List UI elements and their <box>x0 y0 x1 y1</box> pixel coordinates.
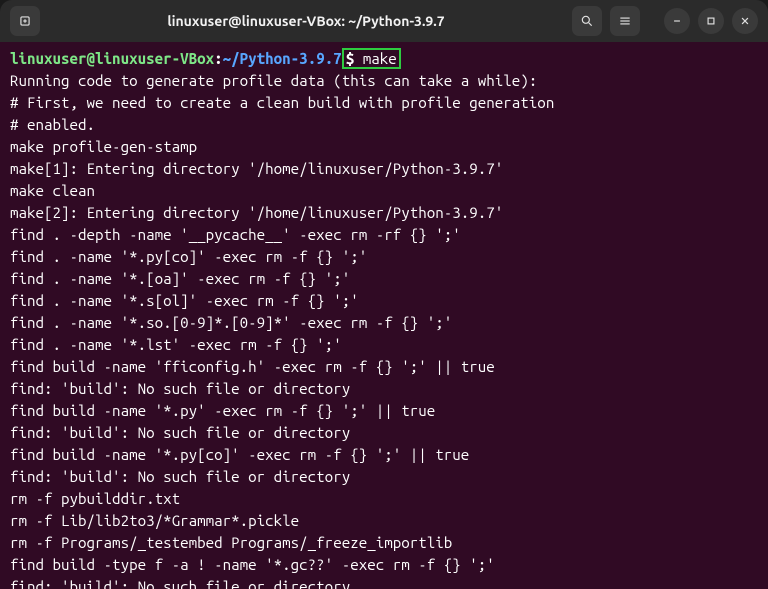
titlebar-left <box>10 6 40 36</box>
new-tab-icon <box>18 14 32 28</box>
prompt-dollar: $ <box>346 50 363 67</box>
highlighted-command: $ make <box>342 48 401 69</box>
search-button[interactable] <box>572 6 602 36</box>
prompt-path: ~/Python-3.9.7 <box>223 50 342 67</box>
hamburger-icon <box>618 14 632 28</box>
prompt-colon: : <box>214 50 223 67</box>
maximize-icon <box>704 14 718 28</box>
menu-button[interactable] <box>610 6 640 36</box>
minimize-icon <box>670 14 684 28</box>
terminal-viewport[interactable]: linuxuser@linuxuser-VBox:~/Python-3.9.7$… <box>0 42 768 589</box>
close-button[interactable] <box>732 8 758 34</box>
prompt-user-host: linuxuser@linuxuser-VBox <box>10 50 214 67</box>
titlebar-right <box>572 6 758 36</box>
terminal-output: Running code to generate profile data (t… <box>10 70 758 589</box>
window-titlebar: linuxuser@linuxuser-VBox: ~/Python-3.9.7 <box>0 0 768 42</box>
prompt-line: linuxuser@linuxuser-VBox:~/Python-3.9.7$… <box>10 48 401 69</box>
close-icon <box>738 14 752 28</box>
window-title: linuxuser@linuxuser-VBox: ~/Python-3.9.7 <box>46 13 566 29</box>
search-icon <box>580 14 594 28</box>
minimize-button[interactable] <box>664 8 690 34</box>
new-tab-button[interactable] <box>10 6 40 36</box>
maximize-button[interactable] <box>698 8 724 34</box>
command-text: make <box>363 50 397 67</box>
